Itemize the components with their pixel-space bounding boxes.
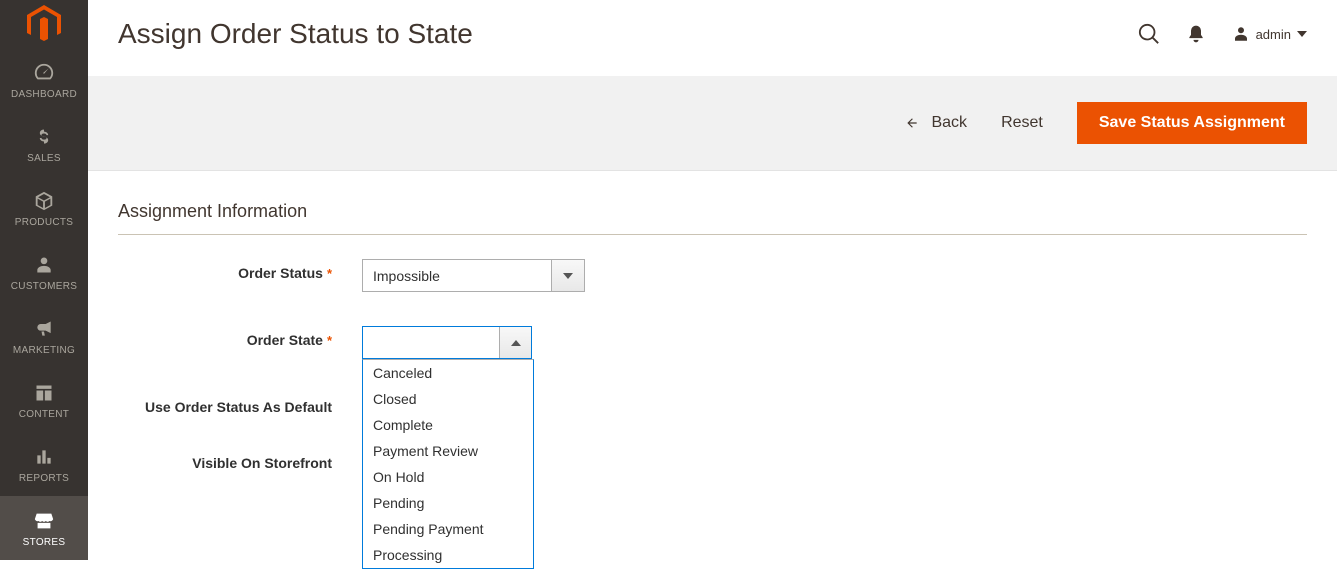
order-status-label: Order Status [238,265,323,281]
order-status-select[interactable] [362,259,585,292]
back-label: Back [931,114,967,132]
bar-chart-icon [34,444,54,470]
nav-label: Customers [11,281,77,292]
row-visible-storefront: Visible On Storefront [118,449,1307,471]
dollar-icon [34,124,54,150]
nav-label: Reports [19,473,69,484]
nav-stores[interactable]: Stores [0,496,88,560]
nav-marketing[interactable]: Marketing [0,304,88,368]
reset-button[interactable]: Reset [1001,114,1043,132]
action-bar: Back Reset Save Status Assignment [88,76,1337,171]
use-default-label: Use Order Status As Default [145,399,332,415]
order-state-input[interactable] [363,327,499,358]
nav-label: Products [15,217,74,228]
dropdown-option[interactable]: Pending [363,490,533,516]
order-state-dropdown: Canceled Closed Complete Payment Review … [362,359,534,569]
main-area: Assign Order Status to State admin Back … [88,0,1337,535]
row-order-state: Order State * Canceled Closed Complete P… [118,326,1307,359]
user-icon [1232,25,1250,43]
page-title: Assign Order Status to State [118,18,1138,50]
visible-storefront-label: Visible On Storefront [192,455,332,471]
chevron-up-icon [511,338,521,348]
nav-label: Sales [27,153,61,164]
admin-user-name: admin [1256,27,1291,42]
nav-label: Dashboard [11,89,77,100]
store-icon [33,508,55,534]
cube-icon [33,188,55,214]
nav-dashboard[interactable]: Dashboard [0,48,88,112]
order-state-select[interactable] [362,326,532,359]
dropdown-option[interactable]: Pending Payment [363,516,533,542]
admin-sidebar: Dashboard Sales Products Customers Marke… [0,0,88,560]
required-mark: * [327,266,332,281]
required-mark: * [327,333,332,348]
dropdown-option[interactable]: Closed [363,386,533,412]
content-area: Assignment Information Order Status * Or… [88,171,1337,535]
dropdown-option[interactable]: Complete [363,412,533,438]
nav-label: Marketing [13,345,75,356]
admin-user-menu[interactable]: admin [1232,25,1307,43]
dropdown-option[interactable]: Processing [363,542,533,568]
order-status-input[interactable] [363,260,551,291]
nav-label: Stores [23,537,66,548]
section-title: Assignment Information [118,201,1307,235]
order-state-toggle[interactable] [499,327,531,358]
nav-reports[interactable]: Reports [0,432,88,496]
order-status-toggle[interactable] [551,260,584,291]
nav-label: Content [19,409,69,420]
megaphone-icon [33,316,55,342]
dropdown-option[interactable]: Payment Review [363,438,533,464]
layout-icon [34,380,54,406]
back-button[interactable]: Back [903,114,967,132]
row-use-default: Use Order Status As Default [118,393,1307,415]
magento-logo[interactable] [0,0,88,48]
nav-sales[interactable]: Sales [0,112,88,176]
nav-content[interactable]: Content [0,368,88,432]
save-button[interactable]: Save Status Assignment [1077,102,1307,144]
page-header: Assign Order Status to State admin [88,0,1337,76]
order-state-label: Order State [247,332,323,348]
search-icon[interactable] [1138,23,1160,45]
person-icon [34,252,54,278]
nav-products[interactable]: Products [0,176,88,240]
row-order-status: Order Status * [118,259,1307,292]
dropdown-option[interactable]: On Hold [363,464,533,490]
dashboard-icon [33,60,55,86]
arrow-left-icon [903,116,921,130]
dropdown-option[interactable]: Canceled [363,360,533,386]
notifications-icon[interactable] [1186,24,1206,44]
nav-customers[interactable]: Customers [0,240,88,304]
chevron-down-icon [1297,29,1307,39]
chevron-down-icon [563,271,573,281]
